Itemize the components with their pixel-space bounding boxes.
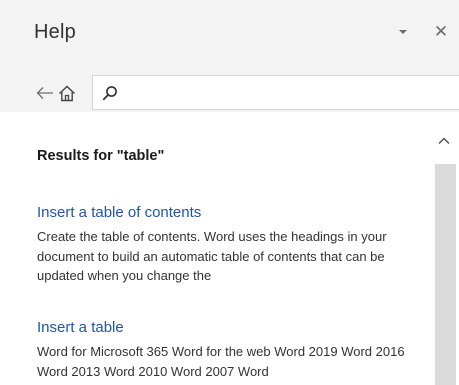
search-result: Insert a table of contents Create the ta…: [37, 204, 422, 286]
result-link-insert-table[interactable]: Insert a table: [37, 319, 422, 336]
help-navigation: [34, 78, 78, 108]
result-link-insert-table-of-contents[interactable]: Insert a table of contents: [37, 204, 422, 221]
pane-title: Help: [34, 21, 76, 43]
search-icon: [99, 82, 121, 104]
back-button[interactable]: [34, 79, 56, 107]
chevron-up-icon: [438, 137, 450, 145]
pane-options-button[interactable]: [392, 20, 414, 44]
close-pane-button[interactable]: ✕: [430, 20, 452, 44]
result-snippet: Create the table of contents. Word uses …: [37, 229, 387, 283]
scrollbar-thumb[interactable]: [435, 164, 456, 385]
search-input[interactable]: [121, 78, 459, 107]
result-snippet: Word for Microsoft 365 Word for the web …: [37, 344, 405, 379]
home-icon: [59, 85, 75, 101]
help-pane-header: Help ✕: [0, 0, 459, 66]
results-heading: Results for "table": [37, 148, 165, 164]
caret-down-icon: [399, 30, 407, 34]
search-result: Insert a table Word for Microsoft 365 Wo…: [37, 319, 422, 381]
back-arrow-icon: [36, 87, 53, 99]
results-scrollbar[interactable]: [429, 112, 459, 385]
home-button[interactable]: [56, 79, 78, 107]
close-icon: ✕: [433, 22, 449, 41]
help-pane: Help ✕ Results for "table" Insert a tabl…: [0, 0, 459, 385]
help-search-box[interactable]: [92, 75, 459, 110]
scroll-up-button[interactable]: [429, 130, 459, 152]
search-results-panel: Results for "table" Insert a table of co…: [0, 112, 459, 385]
